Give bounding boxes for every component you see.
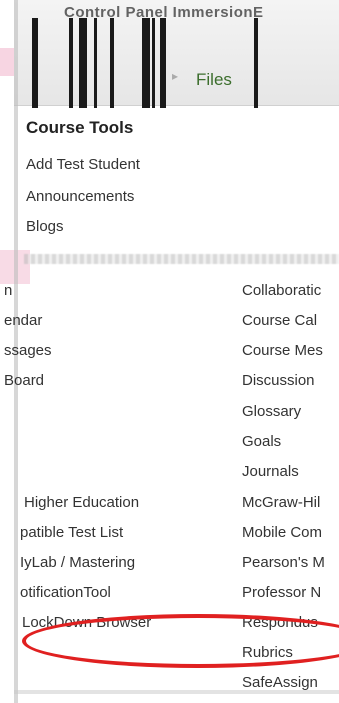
frame-edge xyxy=(14,690,339,694)
tool-item-left[interactable]: n xyxy=(4,282,12,299)
header-divider xyxy=(79,18,87,108)
header-divider xyxy=(110,18,114,108)
tool-add-test-student[interactable]: Add Test Student xyxy=(26,156,140,173)
tool-announcements[interactable]: Announcements xyxy=(26,188,134,205)
tool-item-right[interactable]: Course Mes xyxy=(242,342,323,359)
tool-item-right[interactable]: Professor N xyxy=(242,584,321,601)
header-divider xyxy=(32,18,38,108)
tool-item-left[interactable]: otificationTool xyxy=(20,584,111,601)
header-divider xyxy=(160,18,166,108)
tool-item-right[interactable]: Course Cal xyxy=(242,312,317,329)
tool-item-right[interactable]: McGraw-Hil xyxy=(242,494,320,511)
tool-item-right[interactable]: Collaboratic xyxy=(242,282,321,299)
tool-item-right[interactable]: Mobile Com xyxy=(242,524,322,541)
tool-item-left[interactable]: IyLab / Mastering xyxy=(20,554,135,571)
control-panel-header: Control Panel ImmersionE xyxy=(14,0,339,108)
red-highlight-ellipse xyxy=(22,614,339,668)
header-divider xyxy=(69,18,73,108)
tool-item-right[interactable]: SafeAssign xyxy=(242,674,318,691)
header-divider xyxy=(152,18,155,108)
tab-files[interactable]: Files xyxy=(196,60,256,100)
tool-item-left[interactable]: Higher Education xyxy=(24,494,139,511)
tool-item-left[interactable]: Board xyxy=(4,372,44,389)
tool-item-right[interactable]: Discussion xyxy=(242,372,315,389)
tool-item-right[interactable]: Goals xyxy=(242,433,281,450)
screenshot-frame: Control Panel ImmersionE ▸ Files Course … xyxy=(0,0,339,703)
tool-item-left[interactable]: endar xyxy=(4,312,42,329)
header-divider xyxy=(94,18,97,108)
tool-item-left[interactable]: patible Test List xyxy=(20,524,123,541)
course-tools-heading: Course Tools xyxy=(26,118,134,137)
chevron-right-icon: ▸ xyxy=(172,69,179,83)
control-panel-title: Control Panel ImmersionE xyxy=(64,4,264,21)
tool-item-left[interactable]: ssages xyxy=(4,342,52,359)
blurred-text-row xyxy=(24,254,339,264)
tool-item-right[interactable]: Journals xyxy=(242,463,299,480)
header-divider xyxy=(142,18,150,108)
tool-blogs[interactable]: Blogs xyxy=(26,218,64,235)
tool-item-right[interactable]: Pearson's M xyxy=(242,554,325,571)
tool-item-right[interactable]: Glossary xyxy=(242,403,301,420)
